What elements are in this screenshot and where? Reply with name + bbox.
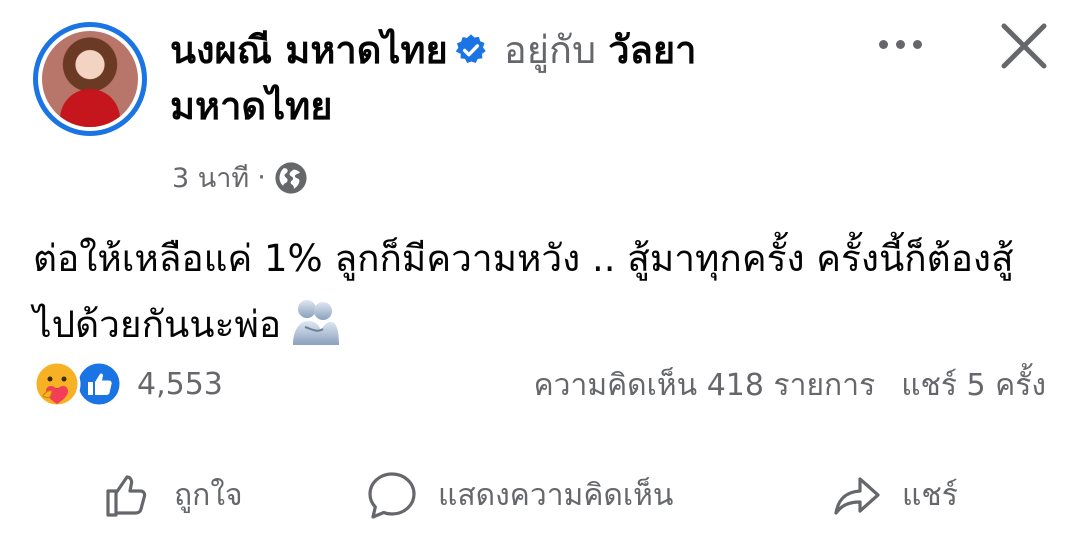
author-name[interactable]: นงผณี มหาดไทย bbox=[170, 28, 448, 72]
reaction-count: 4,553 bbox=[137, 366, 223, 402]
share-count[interactable]: แชร์ 5 ครั้ง bbox=[901, 362, 1046, 409]
care-reaction-icon bbox=[33, 360, 81, 408]
post-header: นงผณี มหาดไทย อยู่กับ วัลยา มหาดไทย bbox=[170, 22, 810, 134]
more-options-button[interactable] bbox=[868, 22, 932, 66]
post-body-text: ต่อให้เหลือแค่ 1% ลูกก็มีความหวัง .. สู้… bbox=[33, 237, 1014, 346]
verified-badge-icon bbox=[455, 34, 486, 64]
like-label: ถูกใจ bbox=[174, 477, 243, 513]
post-body: ต่อให้เหลือแค่ 1% ลูกก็มีความหวัง .. สู้… bbox=[33, 226, 1043, 358]
reactions-summary[interactable]: 4,553 bbox=[33, 358, 223, 410]
meta-separator: · bbox=[257, 162, 266, 193]
globe-icon bbox=[275, 161, 307, 194]
engagement-stats: ความคิดเห็น 418 รายการ แชร์ 5 ครั้ง bbox=[534, 362, 1046, 409]
people-hugging-emoji bbox=[293, 300, 340, 345]
close-icon[interactable] bbox=[996, 18, 1052, 74]
thumbs-up-icon bbox=[106, 475, 147, 517]
like-reaction-icon bbox=[75, 360, 123, 408]
action-bar: ถูกใจ แสดงความคิดเห็น แชร์ bbox=[0, 455, 1080, 535]
with-label: อยู่กับ bbox=[503, 28, 597, 72]
comment-label: แสดงความคิดเห็น bbox=[438, 477, 674, 513]
post-meta: 3 นาที · bbox=[172, 156, 308, 199]
share-button[interactable]: แชร์ bbox=[828, 455, 958, 535]
share-label: แชร์ bbox=[902, 477, 958, 513]
comment-count[interactable]: ความคิดเห็น 418 รายการ bbox=[534, 362, 876, 409]
like-button[interactable]: ถูกใจ bbox=[100, 455, 243, 535]
comment-bubble-icon bbox=[368, 472, 416, 519]
comment-button[interactable]: แสดงความคิดเห็น bbox=[364, 455, 673, 535]
post-time[interactable]: 3 นาที bbox=[172, 156, 249, 199]
share-arrow-icon bbox=[834, 477, 880, 515]
avatar[interactable] bbox=[33, 22, 147, 136]
avatar-photo bbox=[42, 31, 138, 127]
